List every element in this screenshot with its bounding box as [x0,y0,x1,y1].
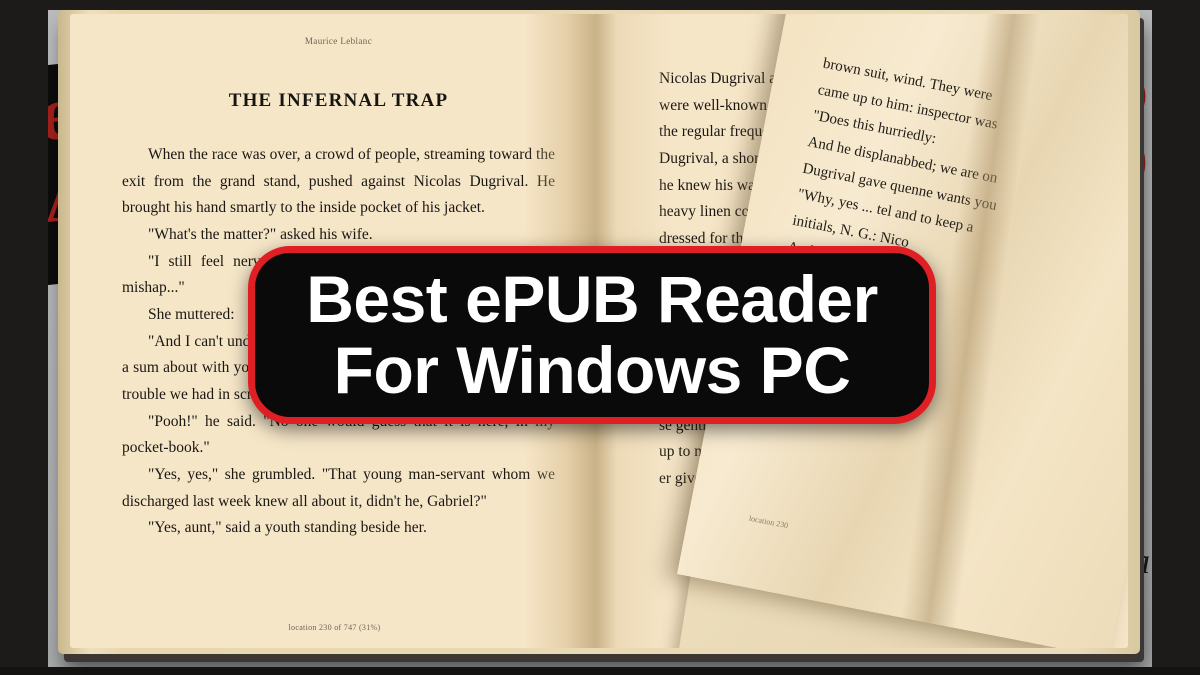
reading-location-status: location 230 of 747 (31%) [288,623,381,632]
paragraph: "What's the matter?" asked his wife. [148,225,373,243]
loose-sheet-location: location 230 [748,513,789,531]
chapter-title: THE INFERNAL TRAP [228,90,449,111]
frame-bottom [0,667,1200,675]
title-banner: Best ePUB Reader For Windows PC [248,246,936,424]
frame-top [0,0,1200,10]
banner-title-line-2: For Windows PC [333,333,851,407]
page-running-head: Maurice Leblanc [304,36,373,46]
screenshot-stage: e A o p a a Maurice Leblanc THE INFERNAL… [0,0,1200,675]
paragraph: "Yes, yes," she grumbled. "That young ma… [122,465,555,510]
frame-left [0,0,48,675]
paragraph: When the race was over, a crowd of peopl… [122,146,555,217]
frame-right [1152,0,1200,675]
paragraph: "Yes, aunt," said a youth standing besid… [148,519,427,537]
banner-title-line-1: Best ePUB Reader [306,261,878,336]
